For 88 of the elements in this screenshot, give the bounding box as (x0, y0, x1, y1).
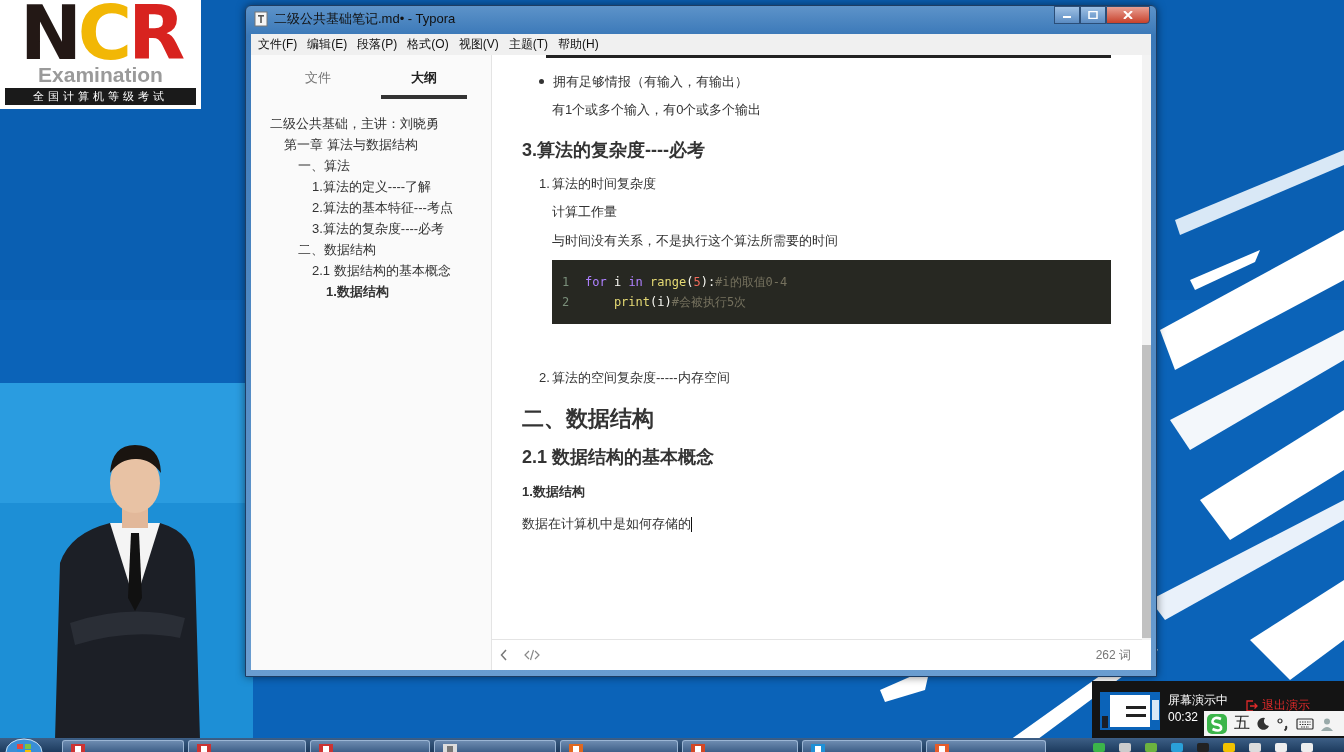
outline-item[interactable]: 2.1 数据结构的基本概念 (312, 260, 491, 281)
tray-icon (1092, 742, 1106, 752)
code-icon (524, 649, 540, 661)
list-number: 2. (539, 369, 551, 387)
word-count: 262 词 (1095, 646, 1131, 664)
sidebar-tab[interactable]: 文件 (275, 65, 361, 99)
exit-icon (1246, 699, 1258, 712)
menu-item[interactable]: 视图(V) (453, 34, 504, 55)
taskbar-button[interactable] (560, 740, 678, 752)
close-icon (1123, 11, 1133, 19)
logo-letter: N (19, 2, 78, 64)
maximize-icon (1088, 11, 1098, 19)
close-button[interactable] (1106, 6, 1150, 24)
list-number: 1. (539, 175, 551, 193)
recording-status: 屏幕演示中 (1168, 692, 1228, 709)
taskbar-button[interactable] (926, 740, 1046, 752)
app-icon (197, 744, 211, 752)
chevron-left-icon (500, 649, 508, 661)
tray-icon (1196, 742, 1210, 752)
tray-icon (1274, 742, 1288, 752)
scrollbar-thumb[interactable] (1142, 345, 1151, 638)
logo-letter: C (77, 2, 129, 64)
punctuation-icon (1276, 716, 1290, 731)
tray-icon (1300, 742, 1314, 752)
code-line: print(i)#会被执行5次 (612, 294, 747, 311)
taskbar-button[interactable] (434, 740, 556, 752)
outline-item[interactable]: 二级公共基础，主讲：刘晓勇 (270, 113, 491, 134)
heading: 1.数据结构 (522, 483, 586, 501)
tray-icon (1144, 742, 1158, 752)
input-mode-label[interactable]: 五 (1234, 713, 1250, 734)
heading: 二、数据结构 (522, 405, 655, 433)
outline-item[interactable]: 3.算法的复杂度----必考 (312, 218, 491, 239)
back-button[interactable] (498, 647, 510, 663)
tray-icon (1248, 742, 1262, 752)
line-number: 1 (562, 274, 571, 291)
app-icon (443, 744, 457, 752)
app-icon (691, 744, 705, 752)
heading: 3.算法的复杂度----必考 (522, 139, 706, 162)
list-item-text: 算法的空间复杂度-----内存空间 (552, 369, 730, 387)
paragraph: 与时间没有关系，不是执行这个算法所需要的时间 (552, 232, 839, 250)
exit-presentation-link[interactable]: 退出演示 (1246, 697, 1310, 714)
source-code-button[interactable] (522, 647, 542, 663)
paragraph: 数据在计算机中是如何存储的 (522, 515, 691, 533)
taskbar-button[interactable] (188, 740, 306, 752)
keyboard-icon (1296, 716, 1314, 731)
taskbar-button[interactable] (310, 740, 430, 752)
app-icon (935, 744, 949, 752)
app-icon (569, 744, 583, 752)
outline-item[interactable]: 二、数据结构 (298, 239, 491, 260)
menu-item[interactable]: 帮助(H) (553, 34, 604, 55)
logo-name: Examination (38, 64, 163, 86)
menu-item[interactable]: 格式(O) (402, 34, 454, 55)
recording-time: 00:32 (1168, 709, 1199, 726)
maximize-button[interactable] (1080, 6, 1106, 24)
minimize-button[interactable] (1054, 6, 1080, 24)
paragraph: 有1个或多个输入，有0个或多个输出 (552, 101, 763, 119)
menu-item[interactable]: 编辑(E) (302, 34, 353, 55)
outline-item[interactable]: 1.算法的定义----了解 (312, 176, 491, 197)
code-line: for i in range(5):#i的取值0-4 (585, 274, 788, 291)
paragraph: 计算工作量 (552, 203, 618, 221)
app-icon (71, 744, 85, 752)
taskbar-button[interactable] (682, 740, 798, 752)
line-number: 2 (562, 294, 571, 311)
app-icon (319, 744, 333, 752)
outline-item[interactable]: 1.数据结构 (326, 281, 491, 302)
app-icon (811, 744, 825, 752)
menu-item[interactable]: 文件(F) (253, 34, 303, 55)
sidebar-tab[interactable]: 大纲 (381, 65, 467, 99)
list-item-text: 拥有足够情报（有输入，有输出） (553, 73, 748, 91)
outline-item[interactable]: 2.算法的基本特征---考点 (312, 197, 491, 218)
window-title: 二级公共基础笔记.md• - Typora (274, 10, 457, 28)
heading: 2.1 数据结构的基本概念 (522, 446, 716, 469)
bullet-icon (539, 79, 544, 84)
outline-item[interactable]: 一、算法 (298, 155, 491, 176)
document-icon (254, 11, 268, 27)
list-item-text: 算法的时间复杂度 (552, 175, 656, 193)
tray-icon (1222, 742, 1236, 752)
logo-letter: R (128, 2, 182, 64)
tray-icon (1118, 742, 1132, 752)
user-icon (1320, 716, 1334, 731)
taskbar-button[interactable] (62, 740, 184, 752)
menu-item[interactable]: 段落(P) (352, 34, 403, 55)
menu-item[interactable]: 主题(T) (503, 34, 553, 55)
logo-tagline: 全国计算机等级考试 (5, 88, 196, 105)
tray-icon (1170, 742, 1184, 752)
outline-item[interactable]: 第一章 算法与数据结构 (284, 134, 491, 155)
taskbar-button[interactable] (802, 740, 922, 752)
moon-icon (1256, 716, 1270, 731)
